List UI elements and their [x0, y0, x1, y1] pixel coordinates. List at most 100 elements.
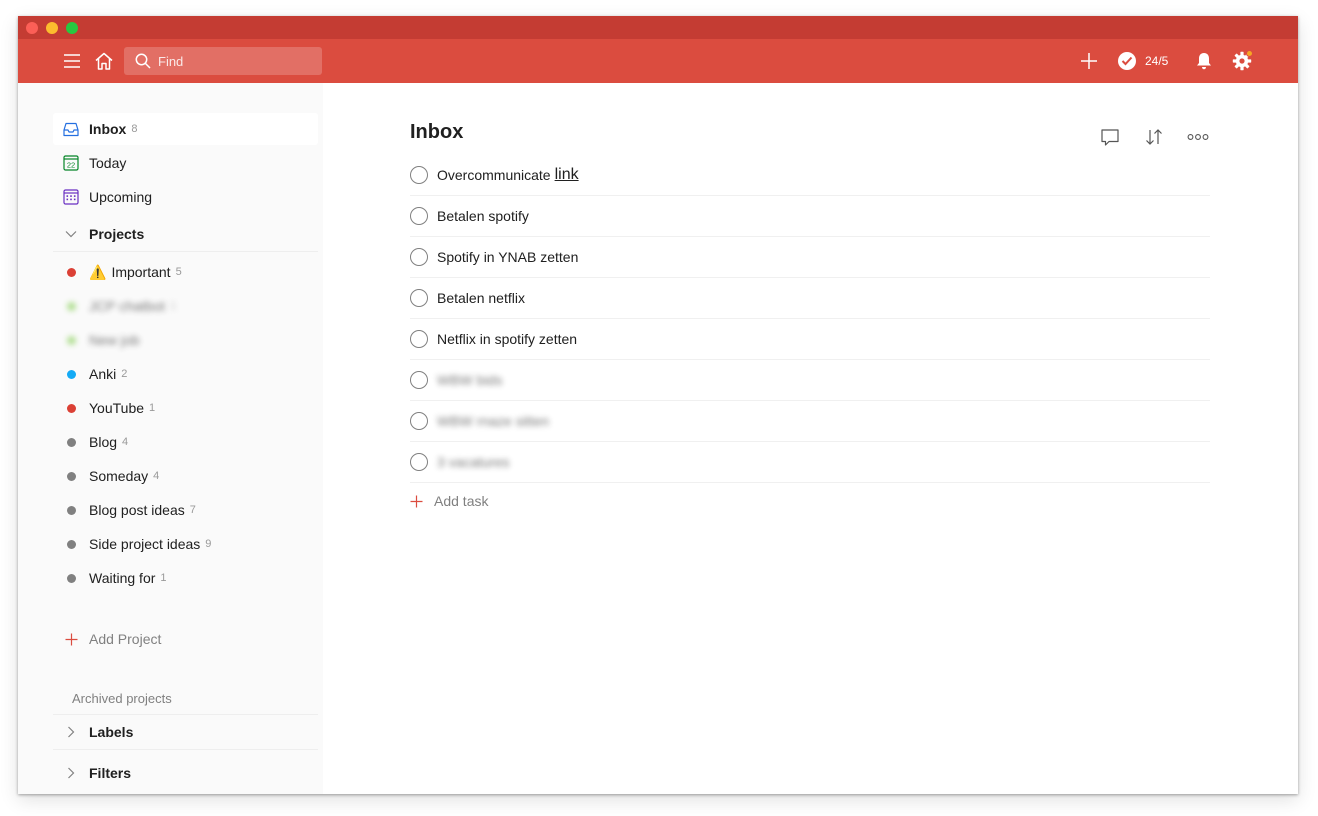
project-label: Important [111, 264, 171, 280]
sidebar-project-youtube[interactable]: YouTube 1 [53, 393, 318, 423]
plus-icon [53, 633, 89, 646]
comment-icon[interactable] [1096, 123, 1124, 151]
labels-section-header[interactable]: Labels [53, 714, 318, 750]
gear-icon[interactable] [1230, 49, 1254, 73]
task-content[interactable]: Netflix in spotify zetten [437, 331, 577, 347]
checkmark-circle-icon [1118, 52, 1136, 70]
project-count: 1 [170, 300, 177, 312]
project-label: Side project ideas [89, 536, 201, 552]
calendar-today-icon: 22 [53, 155, 89, 171]
sidebar: Inbox 8 22 Today Upcoming Projects ⚠️ Im… [18, 83, 323, 794]
karma-count: 24/5 [1145, 54, 1169, 68]
plus-icon[interactable] [1077, 49, 1101, 73]
project-count: 2 [121, 368, 128, 380]
sidebar-item-today[interactable]: 22 Today [53, 147, 318, 179]
archived-projects-link[interactable]: Archived projects [72, 691, 172, 706]
project-count: 1 [160, 572, 167, 584]
task-content[interactable]: Spotify in YNAB zetten [437, 249, 578, 265]
task-content[interactable]: Betalen netflix [437, 290, 525, 306]
sidebar-project-side-project-ideas[interactable]: Side project ideas 9 [53, 529, 318, 559]
filters-title: Filters [89, 765, 132, 781]
task-complete-checkbox[interactable] [410, 207, 428, 225]
sidebar-item-inbox[interactable]: Inbox 8 [53, 113, 318, 145]
sidebar-project-blurred-2[interactable]: New job [53, 325, 318, 355]
task-content[interactable]: WBW rnaze sitten [437, 413, 549, 429]
svg-text:22: 22 [67, 161, 75, 170]
task-complete-checkbox[interactable] [410, 371, 428, 389]
project-color-dot [66, 369, 76, 379]
project-label: Waiting for [89, 570, 156, 586]
sort-icon[interactable] [1140, 123, 1168, 151]
notification-dot [1246, 50, 1253, 57]
search-icon [128, 47, 158, 75]
project-count: 4 [122, 436, 129, 448]
sidebar-project-blog-post-ideas[interactable]: Blog post ideas 7 [53, 495, 318, 525]
project-count: 9 [205, 538, 212, 550]
project-label: Someday [89, 468, 149, 484]
task-complete-checkbox[interactable] [410, 453, 428, 471]
chevron-right-icon [53, 726, 89, 738]
task-row: Betalen spotify [410, 196, 1210, 237]
more-icon[interactable] [1184, 123, 1212, 151]
project-count: 4 [153, 470, 160, 482]
home-icon[interactable] [92, 49, 116, 73]
filters-section-header[interactable]: Filters [53, 755, 318, 791]
sidebar-project-anki[interactable]: Anki 2 [53, 359, 318, 389]
sidebar-project-blurred-1[interactable]: JCP chatbot 1 [53, 291, 318, 321]
task-row: Overcommunicate link [410, 155, 1210, 196]
inbox-icon [53, 122, 89, 137]
bell-icon[interactable] [1192, 49, 1216, 73]
sidebar-project-someday[interactable]: Someday 4 [53, 461, 318, 491]
hamburger-icon[interactable] [60, 49, 84, 73]
karma-button[interactable]: 24/5 [1118, 49, 1168, 73]
sidebar-item-label: Upcoming [89, 189, 153, 205]
warning-emoji-icon: ⚠️ [89, 263, 107, 280]
project-color-dot [66, 437, 76, 447]
task-row: WBW bids [410, 360, 1210, 401]
add-project-button[interactable]: Add Project [53, 623, 318, 655]
project-color-dot [66, 573, 76, 583]
task-content[interactable]: Overcommunicate [437, 167, 551, 183]
add-task-button[interactable]: Add task [410, 487, 488, 515]
task-complete-checkbox[interactable] [410, 289, 428, 307]
task-row: WBW rnaze sitten [410, 401, 1210, 442]
main-content: Inbox Overcommunicate link Betalen spoti… [323, 83, 1298, 794]
window-minimize-button[interactable] [46, 22, 58, 34]
window-close-button[interactable] [26, 22, 38, 34]
sidebar-project-important[interactable]: ⚠️ Important 5 [53, 257, 318, 287]
sidebar-project-blog[interactable]: Blog 4 [53, 427, 318, 457]
title-bar [18, 16, 1298, 39]
task-row: Betalen netflix [410, 278, 1210, 319]
page-title: Inbox [410, 121, 464, 143]
task-complete-checkbox[interactable] [410, 412, 428, 430]
task-complete-checkbox[interactable] [410, 166, 428, 184]
chevron-right-icon [53, 767, 89, 779]
task-row: Spotify in YNAB zetten [410, 237, 1210, 278]
project-color-dot [66, 267, 76, 277]
task-content[interactable]: WBW bids [437, 372, 502, 388]
project-color-dot [66, 471, 76, 481]
project-label: YouTube [89, 400, 145, 416]
search-input[interactable] [158, 47, 308, 75]
search-box[interactable] [124, 47, 322, 75]
task-complete-checkbox[interactable] [410, 330, 428, 348]
sidebar-project-waiting-for[interactable]: Waiting for 1 [53, 563, 318, 593]
project-color-dot [66, 403, 76, 413]
window-zoom-button[interactable] [66, 22, 78, 34]
add-project-label: Add Project [89, 631, 162, 647]
task-link[interactable]: link [555, 166, 579, 184]
sidebar-item-upcoming[interactable]: Upcoming [53, 181, 318, 213]
add-task-label: Add task [434, 493, 489, 509]
project-label: New job [89, 332, 140, 348]
task-complete-checkbox[interactable] [410, 248, 428, 266]
chevron-down-icon [53, 230, 89, 238]
sidebar-item-count: 8 [131, 123, 138, 135]
task-content[interactable]: Betalen spotify [437, 208, 529, 224]
task-row: 3 vacatures [410, 442, 1210, 483]
project-label: JCP chatbot [89, 298, 166, 314]
project-color-dot [66, 539, 76, 549]
projects-section-header[interactable]: Projects [53, 216, 318, 252]
project-count: 7 [189, 504, 196, 516]
sidebar-item-label: Inbox [89, 121, 127, 137]
task-content[interactable]: 3 vacatures [437, 454, 509, 470]
